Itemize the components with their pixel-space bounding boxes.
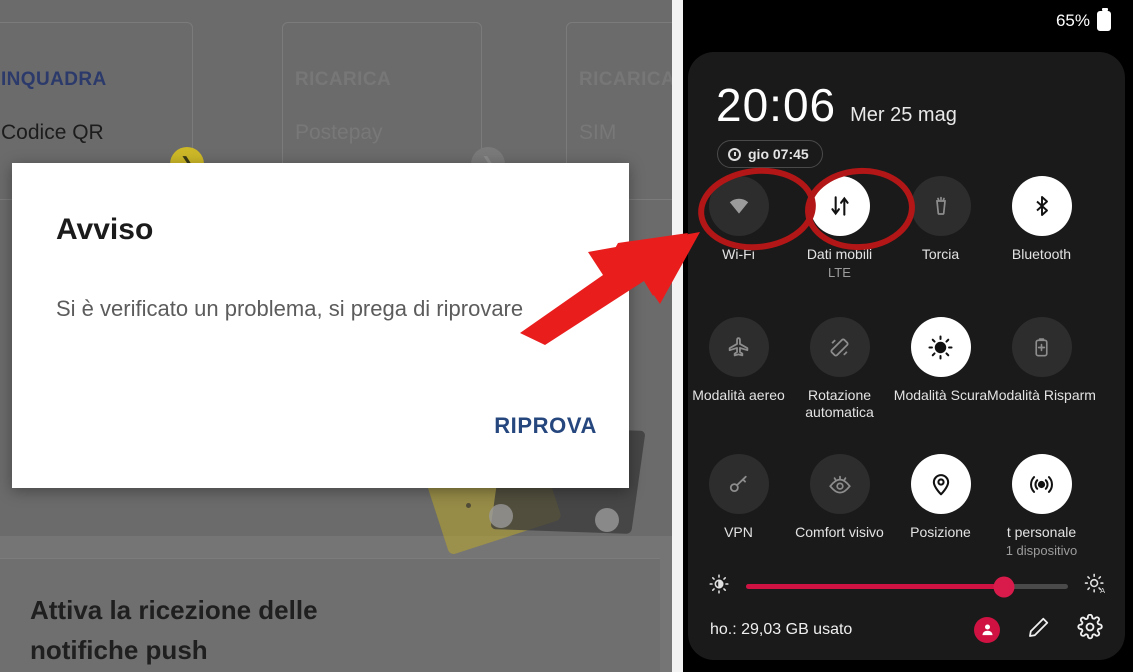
- tile-hotspot[interactable]: t personale 1 dispositivo: [991, 454, 1092, 558]
- clock-date: Mer 25 mag: [850, 104, 957, 126]
- clock-time: 20:06: [716, 79, 837, 131]
- tile-sublabel: 1 dispositivo: [1005, 543, 1078, 558]
- battery-saver-icon[interactable]: [1011, 317, 1072, 377]
- alert-dialog: Avviso Si è verificato un problema, si p…: [12, 163, 629, 488]
- auto-rotate-icon[interactable]: [809, 317, 870, 377]
- tile-flashlight[interactable]: Torcia: [890, 176, 991, 280]
- tile-dark-mode[interactable]: Modalità Scura: [890, 317, 991, 421]
- phone-quick-settings-pane: 65% 20:06 Mer 25 mag gio 07:45 Wi-Fi Dat…: [683, 0, 1133, 672]
- brightness-slider-row[interactable]: A: [708, 572, 1108, 601]
- data-usage-label[interactable]: ho.: 29,03 GB usato: [710, 621, 852, 639]
- tile-label: Modalità aereo: [692, 387, 785, 403]
- tile-label: Comfort visivo: [795, 524, 884, 540]
- brightness-knob[interactable]: [993, 576, 1015, 597]
- tile-label: Bluetooth: [1011, 246, 1072, 262]
- brightness-auto-icon[interactable]: A: [1084, 572, 1108, 601]
- brightness-track[interactable]: [746, 576, 1068, 597]
- location-pin-icon[interactable]: [910, 454, 971, 514]
- alarm-clock-icon: [728, 147, 741, 161]
- tile-row-3: VPN Comfort visivo Posizione t personale…: [688, 454, 1125, 558]
- alarm-chip[interactable]: gio 07:45: [717, 140, 823, 168]
- svg-text:A: A: [1100, 586, 1105, 595]
- tile-row-2: Modalità aereo Rotazione automatica Moda…: [688, 317, 1125, 421]
- battery-icon: [1097, 8, 1111, 31]
- card-kicker: INQUADRA: [1, 69, 107, 90]
- brightness-fill: [746, 584, 1004, 589]
- clock-row: 20:06 Mer 25 mag: [716, 78, 957, 132]
- pencil-icon[interactable]: [1026, 615, 1051, 645]
- tile-location[interactable]: Posizione: [890, 454, 991, 558]
- tile-power-save[interactable]: Modalità Risparm: [987, 317, 1096, 421]
- card-title: Codice QR: [1, 121, 104, 144]
- brightness-low-icon: [708, 573, 730, 600]
- key-icon[interactable]: [708, 454, 769, 514]
- airplane-icon[interactable]: [708, 317, 769, 377]
- wifi-icon[interactable]: [708, 176, 769, 236]
- riprova-button[interactable]: RIPROVA: [494, 413, 597, 439]
- tile-eye-comfort[interactable]: Comfort visivo: [789, 454, 890, 558]
- tile-label: Rotazione automatica: [805, 387, 874, 420]
- tile-label: Posizione: [910, 524, 971, 540]
- card-title: SIM: [579, 121, 617, 144]
- push-section-title: Attiva la ricezione delle notifiche push: [30, 595, 318, 665]
- hotspot-icon[interactable]: [1011, 454, 1072, 514]
- mobile-data-icon[interactable]: [809, 176, 870, 236]
- dialog-message: Si è verificato un problema, si prega di…: [56, 296, 524, 321]
- footer-icon-group: [974, 613, 1103, 645]
- illustration-wheel-right: [595, 508, 619, 532]
- tile-wifi[interactable]: Wi-Fi: [688, 176, 789, 280]
- background-app-pane: INQUADRA Codice QR ❯ RICARICA Postepay ❯…: [0, 0, 672, 672]
- alarm-label: gio 07:45: [748, 146, 809, 162]
- tile-label: Torcia: [921, 246, 960, 262]
- tile-mobile-data[interactable]: Dati mobili LTE: [789, 176, 890, 280]
- user-avatar-icon[interactable]: [974, 616, 1000, 643]
- tile-label: Dati mobili: [806, 246, 873, 262]
- card-kicker: RICARICA: [579, 69, 672, 90]
- tile-bluetooth[interactable]: Bluetooth: [991, 176, 1092, 280]
- gear-icon[interactable]: [1077, 613, 1103, 645]
- eye-icon[interactable]: [809, 454, 870, 514]
- tile-label: Modalità Risparm: [987, 387, 1096, 403]
- battery-percent-label: 65%: [1055, 11, 1090, 30]
- tile-label: Modalità Scura: [893, 387, 988, 403]
- tile-sublabel: LTE: [828, 265, 851, 280]
- tile-label: t personale: [1006, 524, 1077, 540]
- tile-label: VPN: [724, 524, 753, 540]
- tile-row-1: Wi-Fi Dati mobili LTE Torcia Bluetooth: [688, 176, 1125, 280]
- card-kicker: RICARICA: [295, 69, 392, 90]
- quick-settings-card: 20:06 Mer 25 mag gio 07:45 Wi-Fi Dati mo…: [688, 52, 1125, 660]
- brightness-sun-icon[interactable]: [910, 317, 971, 377]
- screenshot-root: INQUADRA Codice QR ❯ RICARICA Postepay ❯…: [0, 0, 1133, 672]
- tile-airplane-mode[interactable]: Modalità aereo: [688, 317, 789, 421]
- tile-label: Wi-Fi: [722, 246, 755, 262]
- flashlight-icon[interactable]: [910, 176, 971, 236]
- card-title: Postepay: [295, 121, 383, 144]
- illustration-dot: [466, 503, 471, 508]
- bluetooth-icon[interactable]: [1011, 176, 1072, 236]
- illustration-wheel-left: [489, 504, 513, 528]
- pane-divider: [672, 0, 683, 672]
- quick-settings-footer: ho.: 29,03 GB usato: [710, 613, 1103, 645]
- status-bar: 65%: [1055, 8, 1111, 31]
- tile-auto-rotate[interactable]: Rotazione automatica: [789, 317, 890, 421]
- dialog-title: Avviso: [56, 213, 154, 246]
- tile-vpn[interactable]: VPN: [688, 454, 789, 558]
